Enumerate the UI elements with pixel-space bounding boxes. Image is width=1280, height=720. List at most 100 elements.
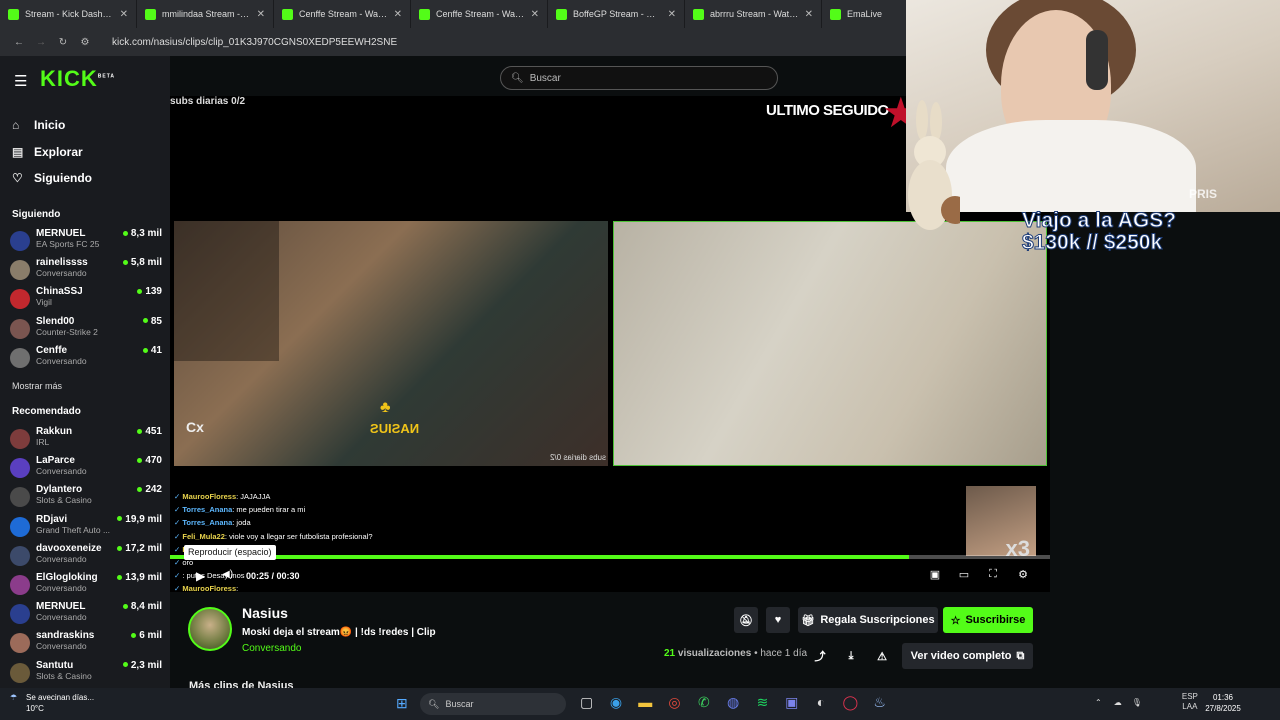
teams-icon[interactable]: ▣ xyxy=(777,694,806,711)
chrome-icon[interactable]: ◎ xyxy=(660,694,689,711)
progress-bar[interactable] xyxy=(170,555,1050,559)
close-icon[interactable]: ✕ xyxy=(394,9,402,20)
windows-start-icon[interactable]: ⊞ xyxy=(396,695,408,712)
reload-icon[interactable]: ↻ xyxy=(52,37,74,48)
nasius-logo: NASIUS xyxy=(370,421,420,436)
share-icon[interactable]: ⤴ xyxy=(808,643,832,669)
sidebar-channel[interactable]: Cenffe Conversando 41 xyxy=(10,345,162,374)
nav-inicio[interactable]: ⌂ Inicio xyxy=(12,112,92,139)
theater-icon[interactable]: ▭ xyxy=(956,568,972,584)
steam-icon[interactable]: ♨ xyxy=(865,694,894,711)
clip-info: Nasius Moski deja el stream😡 | !ds !rede… xyxy=(170,602,1050,688)
taskbar-search[interactable]: 🔍︎ Buscar xyxy=(420,693,566,715)
sidebar-channel[interactable]: Santutu Slots & Casino 2,3 mil xyxy=(10,660,162,689)
kick-favicon-icon xyxy=(693,8,704,20)
play-icon[interactable]: ▶ xyxy=(196,569,205,583)
edge-icon[interactable]: ◉ xyxy=(601,694,630,711)
whatsapp-icon[interactable]: ✆ xyxy=(689,694,718,711)
avatar xyxy=(10,318,30,339)
spotify-icon[interactable]: ≋ xyxy=(748,694,777,711)
close-icon[interactable]: ✕ xyxy=(805,9,813,20)
full-video-button[interactable]: Ver video completo ⧉ xyxy=(902,643,1033,669)
language-indicator[interactable]: ESP LAA xyxy=(1182,692,1198,712)
close-icon[interactable]: ✕ xyxy=(257,9,265,20)
sidebar-channel[interactable]: Slend00 Counter-Strike 2 85 xyxy=(10,316,162,345)
taskbar-apps: ▢ ◉ ▬ ◎ ✆ ◍ ≋ ▣ ◐ ◯ ♨ xyxy=(572,694,894,711)
mirrored-subs-text: subs diarias 0/2 xyxy=(549,453,606,462)
cloud-icon[interactable]: ☁ xyxy=(1114,698,1122,707)
browser-tab[interactable]: Stream - Kick Dashboard✕ xyxy=(0,0,137,28)
close-icon[interactable]: ✕ xyxy=(668,9,676,20)
avatar xyxy=(10,545,30,566)
avatar xyxy=(10,633,30,654)
avatar xyxy=(10,516,30,537)
microphone-icon[interactable]: 🎙︎ xyxy=(1132,698,1142,707)
download-icon[interactable]: ⤓ xyxy=(839,643,863,669)
bell-off-icon: 🔕︎ xyxy=(739,614,753,627)
opera-gx-icon[interactable]: ◯ xyxy=(836,694,865,711)
cx-label: Cx xyxy=(186,419,204,435)
url-field[interactable]: kick.com/nasius/clips/clip_01K3J970CGNS0… xyxy=(112,37,397,48)
browser-tab[interactable]: Cenffe Stream - Watch Live✕ xyxy=(274,0,411,28)
search-icon: 🔍︎ xyxy=(511,72,524,84)
chevron-up-icon[interactable]: ⌃ xyxy=(1095,698,1102,707)
show-more-link[interactable]: Mostrar más xyxy=(12,381,62,391)
channel-avatar[interactable] xyxy=(188,607,232,651)
menu-icon[interactable]: ☰ xyxy=(14,72,27,90)
nav-explorar[interactable]: ▤ Explorar xyxy=(12,139,92,166)
avatar xyxy=(10,458,30,479)
close-icon[interactable]: ✕ xyxy=(120,9,128,20)
live-dot-icon xyxy=(122,230,128,236)
pineapple-icon: ♣ xyxy=(380,399,391,416)
home-icon: ⌂ xyxy=(12,118,20,133)
obs-icon[interactable]: ◐ xyxy=(806,694,835,711)
browser-tab[interactable]: abrrru Stream - Watch Live✕ xyxy=(685,0,822,28)
report-icon[interactable]: ⚠ xyxy=(870,643,894,669)
forward-icon[interactable]: → xyxy=(30,37,52,48)
clock[interactable]: 01:36 27/8/2025 xyxy=(1198,692,1248,714)
pip-icon[interactable]: ▣ xyxy=(927,568,943,584)
search-bar[interactable]: 🔍︎ xyxy=(500,66,778,90)
kick-favicon-icon xyxy=(830,8,841,20)
weather-widget[interactable]: ☂ Se avecinan días... 10°C xyxy=(10,692,94,714)
volume-icon[interactable]: ◀) xyxy=(222,569,233,580)
search-input[interactable] xyxy=(529,72,760,84)
discord-icon[interactable]: ◍ xyxy=(718,694,747,711)
channel-name[interactable]: Nasius xyxy=(242,605,288,621)
gift-subs-button[interactable]: 🎁︎ Regala Suscripciones xyxy=(798,607,938,633)
follow-button[interactable]: ♥ xyxy=(766,607,790,633)
sidebar-channel[interactable]: Rakkun IRL 451 xyxy=(10,426,162,455)
close-icon[interactable]: ✕ xyxy=(531,9,539,20)
clip-category[interactable]: Conversando xyxy=(242,643,301,654)
sidebar-channel[interactable]: ChinaSSJ Vigil 139 xyxy=(10,286,162,315)
main-nav: ⌂ Inicio ▤ Explorar ♡ Siguiendo xyxy=(12,112,92,192)
file-explorer-icon[interactable]: ▬ xyxy=(631,694,660,711)
sidebar-channel[interactable]: MERNUEL Conversando 8,4 mil xyxy=(10,601,162,630)
nav-siguiendo[interactable]: ♡ Siguiendo xyxy=(12,165,92,192)
sidebar-channel[interactable]: davooxeneize Conversando 17,2 mil xyxy=(10,543,162,572)
back-icon[interactable]: ← xyxy=(8,37,30,48)
sidebar-channel[interactable]: RDjavi Grand Theft Auto ... 19,9 mil xyxy=(10,514,162,543)
browser-tab[interactable]: Cenffe Stream - Watch Live✕ xyxy=(411,0,548,28)
live-dot-icon xyxy=(131,633,137,639)
sidebar-channel[interactable]: sandraskins Conversando 6 mil xyxy=(10,630,162,659)
fullscreen-icon[interactable]: ⛶ xyxy=(985,568,1001,584)
avatar xyxy=(10,260,30,281)
x3-thumbnail: x3 xyxy=(966,486,1036,561)
browser-tab[interactable]: mmilindaa Stream - Watch Live✕ xyxy=(137,0,274,28)
site-info-icon[interactable]: ⚙ xyxy=(74,37,96,48)
sidebar-channel[interactable]: Dylantero Slots & Casino 242 xyxy=(10,484,162,513)
sidebar-channel[interactable]: LaParce Conversando 470 xyxy=(10,455,162,484)
settings-icon[interactable]: ⚙ xyxy=(1015,568,1031,584)
weather-icon: ☂ xyxy=(10,693,18,702)
sidebar-channel[interactable]: MERNUEL EA Sports FC 25 8,3 mil xyxy=(10,228,162,257)
streamer-webcam: PRIS xyxy=(906,0,1280,212)
recommended-title: Recomendado xyxy=(12,406,81,417)
sidebar-channel[interactable]: rainelissss Conversando 5,8 mil xyxy=(10,257,162,286)
kick-logo[interactable]: KICKBETA xyxy=(40,66,115,92)
subscribe-button[interactable]: ☆ Suscribirse xyxy=(943,607,1033,633)
browser-tab[interactable]: BoffeGP Stream - Watch Live✕ xyxy=(548,0,685,28)
mute-notifications-button[interactable]: 🔕︎ xyxy=(734,607,758,633)
task-view-icon[interactable]: ▢ xyxy=(572,694,601,711)
sidebar-channel[interactable]: ElGlogloking Conversando 13,9 mil xyxy=(10,572,162,601)
